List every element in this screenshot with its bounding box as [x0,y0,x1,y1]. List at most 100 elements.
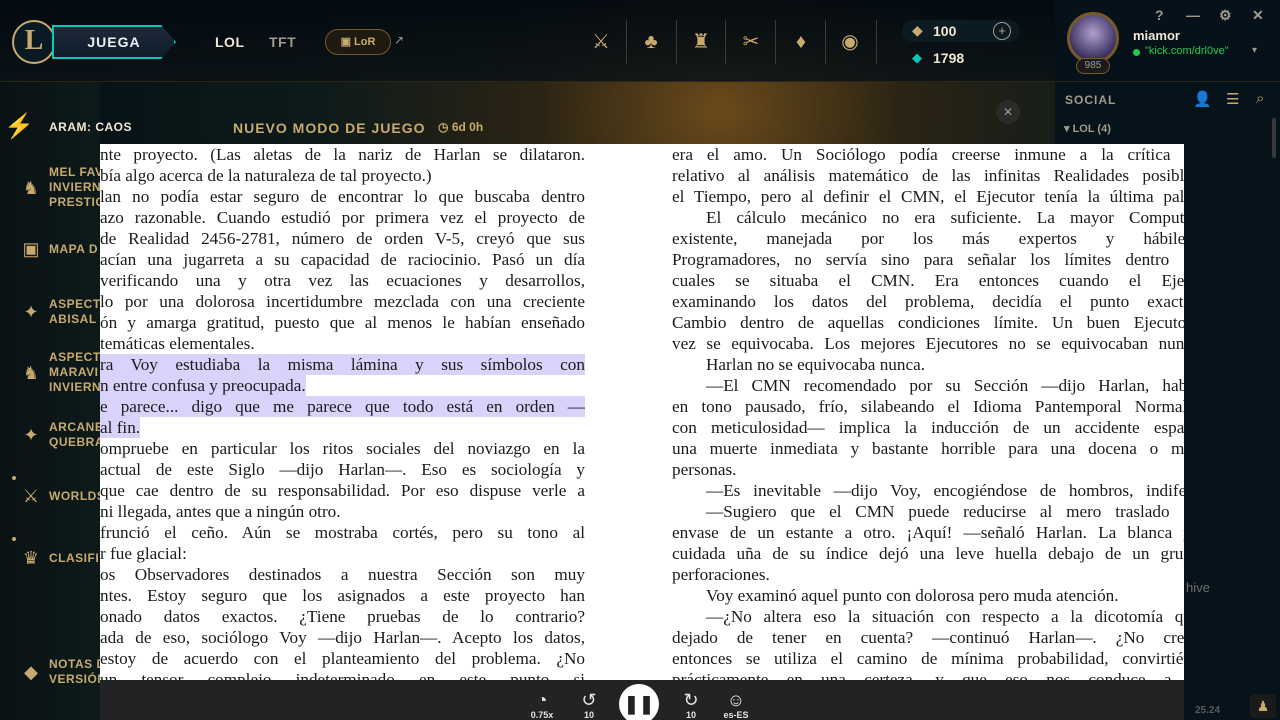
sidebar-item-label: MEL FAV INVIERN PRESTIC [49,165,100,209]
nav-divider [876,20,877,64]
client-window: L JUEGA LOL TFT ▣ LoR ↗ ⚔ ♣ ♜ ✂ ♦ ◉ ◆ 10… [0,0,1280,720]
text-line: bía algo acerca de la naturaleza de tal … [100,166,432,185]
version-label: 25.24 [1195,705,1221,716]
map-icon: ▣ [22,239,40,259]
diamond-icon: ◆ [24,662,38,682]
sidebar-item-label: ASPECTO MARAVI INVIERN [49,350,100,394]
text-line: ada de eso, sociólogo Voy —dijo Harlan—.… [100,628,585,647]
online-status-icon [1133,49,1140,56]
text-line: ntes. Estoy seguro que los asignados a e… [100,586,585,605]
blue-essence-icon: ◆ [912,50,922,65]
avatar[interactable] [1067,12,1119,64]
list-icon[interactable]: ☰ [1226,90,1239,108]
text-line: —¿No altera eso la situación con respect… [706,607,1184,626]
star-icon: ✦ [23,302,39,322]
sidebar-item-label: NOTAS D VERSIÓN [49,657,100,686]
inventory-icon[interactable]: ♜ [687,28,715,56]
document-viewer: nte proyecto. (Las aletas de la nariz de… [100,144,1184,680]
text-line: r fue glacial: [100,544,187,563]
archive-label: hive [1186,580,1210,595]
chat-icon[interactable]: ♟ [1250,694,1276,718]
text-line: Programadores, no servía sino para señal… [672,250,1184,269]
play-button[interactable]: JUEGA [52,25,176,59]
settings-icon[interactable]: ⚙ [1219,7,1232,24]
tab-lol[interactable]: LOL [215,34,245,50]
sidebar-item-label: WORLDS [49,489,100,503]
aram-mode-icon: ⚡ [4,113,34,140]
text-line: —El CMN recomendado por su Sección —dijo… [706,376,1184,395]
text-line: estoy de acuerdo con el planteamiento de… [100,649,585,668]
social-title: SOCIAL [1065,93,1117,107]
clash-icon[interactable]: ♦ [787,28,815,56]
nav-divider [775,20,776,64]
text-line: frunció el ceño. Aún se mostraba cortés,… [100,523,585,542]
text-line: os Observadores destinados a nuestra Sec… [100,565,585,584]
new-mode-label: NUEVO MODO DE JUEGO [233,120,426,136]
text-line: era el amo. Un Sociólogo podía creerse i… [672,145,1184,164]
text-line: ón y amarga gratitud, puesto que al meno… [100,313,585,332]
text-line: Voy examinó aquel punto con dolorosa per… [706,586,1119,605]
text-line: una muerte inmediata y bastante horrible… [672,439,1184,458]
notification-dot [12,476,16,480]
search-icon[interactable]: ⌕ [1256,90,1264,107]
riot-points-icon: ◆ [912,22,923,38]
external-link-icon: ↗ [394,33,405,47]
text-line: lan no podía estar seguro de encontrar l… [100,187,585,206]
text-line: prácticamente en una certeza, y que eso … [672,670,1184,680]
text-line: acían una jugarreta a su capacidad de ra… [100,250,585,269]
speed-label: 0.75x [530,710,554,720]
nav-divider [725,20,726,64]
pause-button[interactable]: ❚❚ [619,684,659,720]
text-line: cuales se situaba el CMN. Era entonces c… [672,271,1184,290]
buy-rp-button[interactable]: + [993,22,1011,40]
text-line: azo razonable. Cuando estudió por primer… [100,208,585,227]
text-line: un tensor complejo indeterminado en este… [100,670,585,680]
text-line: n entre confusa y preocupada. [100,375,306,396]
worlds-icon[interactable]: ⚔ [587,28,615,56]
text-line: personas. [672,460,737,479]
text-line: de Realidad 2456-2781, número de orden V… [100,229,585,248]
nav-divider [626,20,627,64]
speed-icon[interactable]: ◔ [530,690,554,711]
friend-group-label: LOL (4) [1072,123,1111,135]
champions-icon[interactable]: ♣ [637,28,665,56]
text-line: —Es inevitable —dijo Voy, encogiéndose d… [706,481,1184,500]
minimize-icon[interactable]: — [1186,7,1200,23]
text-line: —Sugiero que el CMN puede reducirse al m… [706,502,1184,521]
friend-group-header[interactable]: ▾ LOL (4) [1064,122,1111,135]
forward-label: 10 [685,710,696,720]
text-line: cuidada uña de su índice dejó una leve h… [672,544,1184,563]
document-left-column: nte proyecto. (Las aletas de la nariz de… [100,144,585,680]
sidebar-item-label: CLASIFI [49,551,100,565]
text-line: temáticas elementales. [100,334,255,353]
sidebar-item-label: MAPA D [49,242,98,256]
league-logo-icon[interactable]: L [12,20,56,64]
close-icon[interactable]: ✕ [1252,7,1264,24]
forward-icon[interactable]: ↻ [679,690,703,711]
tab-tft[interactable]: TFT [269,34,296,50]
store-icon[interactable]: ◉ [836,28,864,56]
status-message[interactable]: "kick.com/drl0ve" [1145,45,1229,57]
riot-points-value: 100 [933,23,957,39]
crafting-icon[interactable]: ✂ [737,28,765,56]
text-line: e parece... digo que me parece que todo … [100,396,585,417]
aram-mode-label[interactable]: ARAM: CAOS [49,120,132,134]
sidebar-item-label: ASPECTO ABISAL [49,297,100,326]
worlds-icon: ⚔ [22,486,40,506]
voice-icon[interactable]: ☺ [724,690,748,711]
username: miamor [1133,28,1180,43]
text-line: verificando una y otra vez las ecuacione… [100,271,585,290]
sidebar-item-label: ARCANE QUEBRA [49,420,100,449]
chevron-down-icon[interactable]: ▾ [1252,45,1257,56]
lor-button[interactable]: ▣ LoR [325,29,391,55]
rewind-icon[interactable]: ↺ [577,690,601,711]
text-line: ni llegada, antes que a ningún otro. [100,502,341,521]
text-line: Cambio dentro de aquellas condiciones lí… [672,313,1184,332]
mute-icon[interactable]: ✕ [996,100,1020,124]
text-line: ompruebe en particular los ritos sociale… [100,439,585,458]
star-icon: ✦ [23,425,39,445]
help-icon[interactable]: ? [1155,7,1164,23]
social-scrollbar[interactable] [1272,118,1276,158]
add-friend-icon[interactable]: 👤 [1193,90,1212,108]
mask-icon: ♞ [22,178,40,198]
